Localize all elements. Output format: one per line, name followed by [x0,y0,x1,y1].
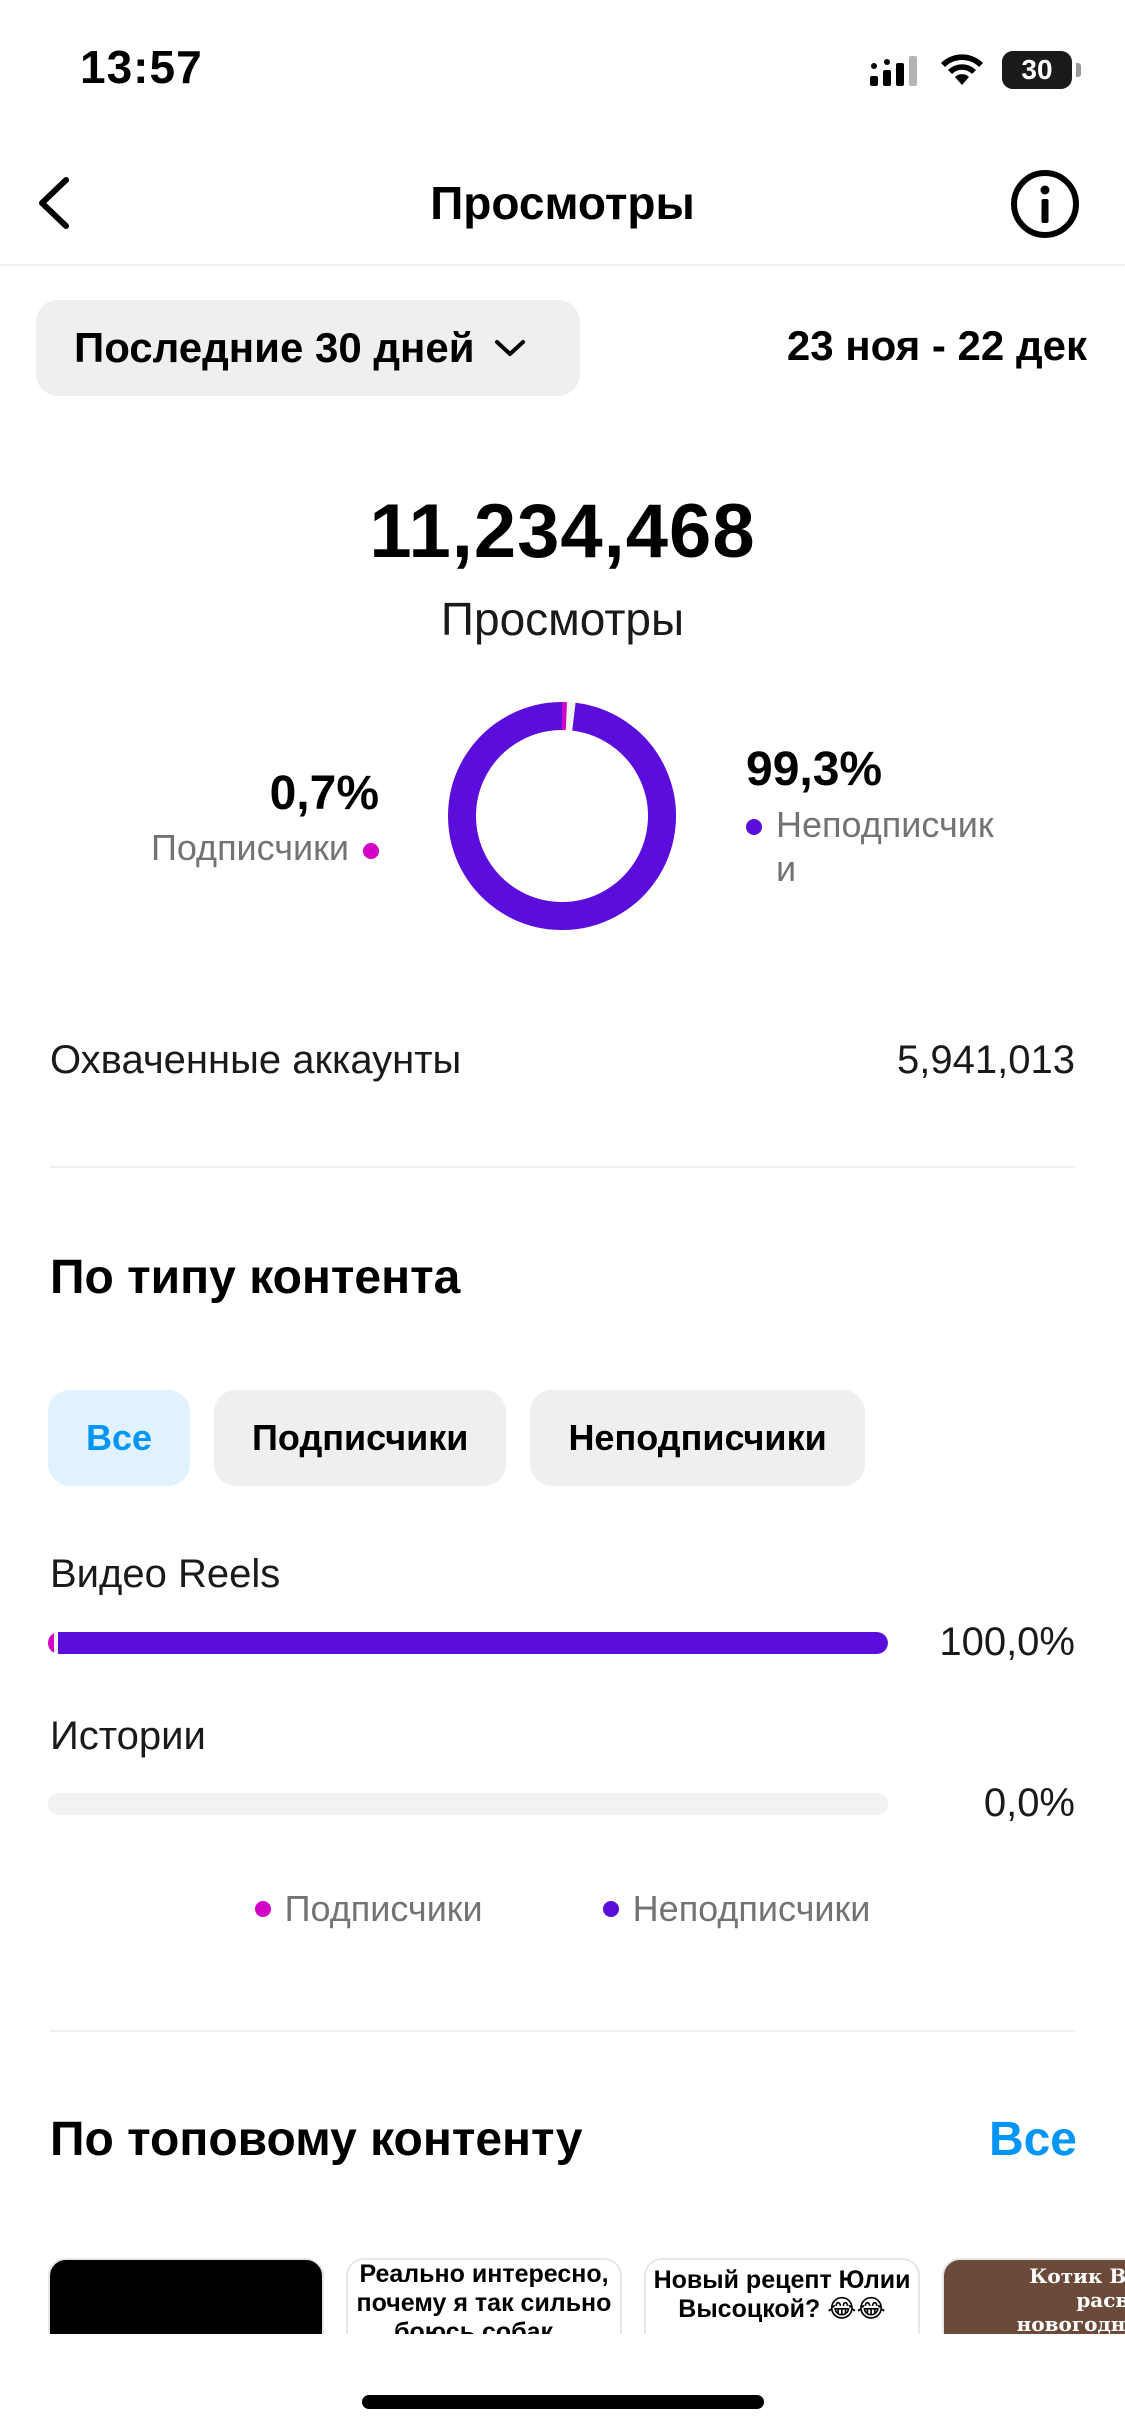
info-icon[interactable] [1009,168,1081,240]
non-followers-legend: Неподписчик и [746,803,1016,891]
stories-bar [48,1793,888,1815]
accounts-reached-value: 5,941,013 [897,1038,1075,1082]
reels-bar-label: Видео Reels [50,1552,281,1596]
see-all-link[interactable]: Все [989,2112,1077,2167]
bar-legend: Подписчики Неподписчики [0,1888,1125,1930]
reels-bar-followers-segment [48,1632,54,1654]
thumb-caption: Новый рецепт Юлии Высоцкой? 😂😂 [653,2266,911,2323]
non-followers-label: Неподписчик и [776,804,994,889]
chip-followers[interactable]: Подписчики [214,1390,507,1486]
cellular-signal-icon [870,56,917,86]
total-views-label: Просмотры [440,593,685,645]
non-followers-dot-icon [746,819,762,835]
top-content-carousel: Реально интересно, почему я так сильно б… [48,2258,1125,2334]
top-content-title: По топовому контенту [50,2113,583,2166]
battery-level: 30 [1021,54,1053,85]
stories-bar-label: Истории [50,1714,206,1758]
status-bar: 13:57 30 [0,0,1125,140]
top-content-thumb[interactable]: Реально интересно, почему я так сильно б… [346,2258,622,2334]
donut-segment-non-followers [448,702,676,930]
home-indicator [362,2395,764,2409]
wifi-icon [941,54,983,85]
views-donut-chart [448,702,676,930]
top-content-thumb[interactable]: Котик Василий расвеселил новогоднее наст… [942,2258,1125,2334]
stories-bar-percent: 0,0% [983,1781,1075,1825]
followers-split: 0,7% Подписчики [151,766,379,869]
reels-bar [48,1632,888,1654]
followers-label: Подписчики [150,827,349,868]
period-label: Последние 30 дней [74,324,475,371]
total-views-value: 11,234,468 [369,489,756,574]
thumb-caption: Реально интересно, почему я так сильно б… [356,2260,612,2334]
reels-bar-percent: 100,0% [939,1620,1075,1664]
top-content-thumb[interactable]: Новый рецепт Юлии Высоцкой? 😂😂 [644,2258,920,2334]
content-type-title: По типу контента [50,1251,461,1304]
legend-non-followers-label: Неподписчики [632,1888,871,1929]
reels-bar-non-followers-segment [57,1632,888,1654]
date-range: 23 ноя - 22 дек [786,322,1087,369]
page-title: Просмотры [430,177,695,229]
legend-followers: Подписчики [254,1888,483,1930]
thumb-caption: Котик Василий расвеселил новогоднее наст… [1016,2264,1125,2334]
chip-non-followers[interactable]: Неподписчики [530,1390,865,1486]
followers-dot-icon [363,843,379,859]
accounts-reached-label: Охваченные аккаунты [50,1038,462,1082]
battery-icon: 30 [1002,51,1072,89]
top-content-thumb[interactable] [48,2258,324,2334]
status-icons: 30 [870,48,1081,92]
followers-legend: Подписчики [151,827,379,869]
chip-all[interactable]: Все [48,1390,191,1486]
battery-tip [1076,63,1081,77]
legend-followers-label: Подписчики [284,1888,483,1929]
followers-percent: 0,7% [269,767,379,820]
nav-bar: Просмотры [0,140,1125,266]
non-followers-percent: 99,3% [746,743,883,796]
status-time: 13:57 [80,41,203,93]
non-followers-dot-icon [602,1901,619,1917]
chevron-down-icon [494,340,525,356]
reels-bar-fill [48,1632,888,1654]
legend-non-followers: Неподписчики [602,1888,871,1930]
non-followers-split: 99,3% Неподписчик и [746,742,1016,891]
followers-dot-icon [254,1901,271,1917]
divider [50,1166,1075,1168]
audience-filter-chips: Все Подписчики Неподписчики [48,1390,865,1486]
divider [50,2030,1075,2032]
period-dropdown[interactable]: Последние 30 дней [36,300,580,396]
